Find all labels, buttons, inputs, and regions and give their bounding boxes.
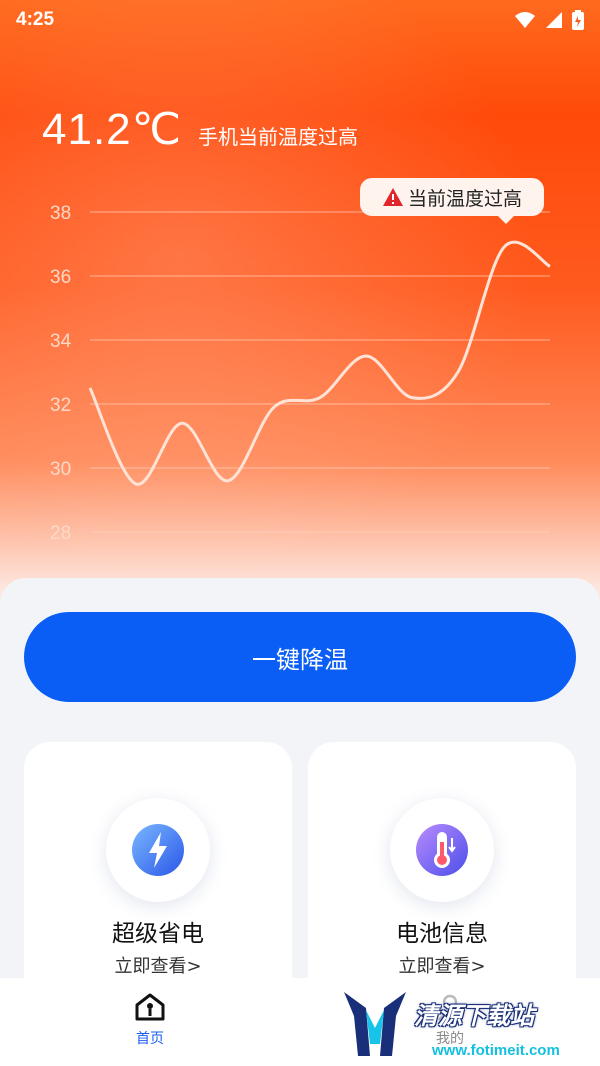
- status-icons: [514, 10, 584, 30]
- signal-icon: [546, 12, 562, 28]
- y-tick-label: 28: [50, 523, 71, 544]
- nav-label-home: 首页: [136, 1031, 164, 1047]
- y-tick-label: 34: [50, 331, 72, 352]
- watermark-title: 清源下载站: [414, 1002, 534, 1030]
- nav-item-home[interactable]: 首页: [0, 978, 300, 1066]
- watermark-logo: [344, 992, 406, 1056]
- y-tick-label: 38: [50, 203, 71, 224]
- status-time: 4:25: [16, 9, 55, 30]
- battery-info-icon-wrap: [390, 798, 494, 902]
- power-saving-icon-wrap: [106, 798, 210, 902]
- y-tick-label: 32: [50, 395, 71, 416]
- thermometer-icon: [416, 824, 468, 876]
- warning-icon: [382, 187, 404, 207]
- lightning-icon: [132, 824, 184, 876]
- y-tick-label: 30: [50, 459, 71, 480]
- battery-info-card[interactable]: 电池信息 立即查看>: [308, 742, 576, 1002]
- card-title: 超级省电: [112, 921, 204, 947]
- one-key-cool-button[interactable]: 一键降温: [24, 612, 576, 702]
- temperature-row: 41.2℃ 手机当前温度过高: [42, 104, 358, 155]
- temperature-chart: 38 36 34 32 30 28: [50, 203, 551, 544]
- view-now-link[interactable]: 立即查看>: [24, 952, 292, 978]
- home-icon: [135, 993, 165, 1021]
- power-saving-card[interactable]: 超级省电 立即查看>: [24, 742, 292, 1002]
- temperature-line: [88, 240, 551, 486]
- temperature-message: 手机当前温度过高: [198, 125, 359, 149]
- watermark: 清源下载站 www.fotimeit.com: [340, 986, 580, 1062]
- card-title: 电池信息: [396, 921, 488, 947]
- wifi-icon: [515, 12, 535, 28]
- status-bar: 4:25: [0, 0, 600, 40]
- battery-icon: [572, 10, 584, 30]
- temperature-value: 41.2℃: [42, 105, 183, 154]
- view-now-link[interactable]: 立即查看>: [308, 952, 576, 978]
- warning-tooltip-text: 当前温度过高: [407, 187, 522, 210]
- y-tick-label: 36: [50, 267, 71, 288]
- warning-tooltip: 当前温度过高: [360, 178, 544, 224]
- watermark-url: www.fotimeit.com: [432, 1042, 560, 1059]
